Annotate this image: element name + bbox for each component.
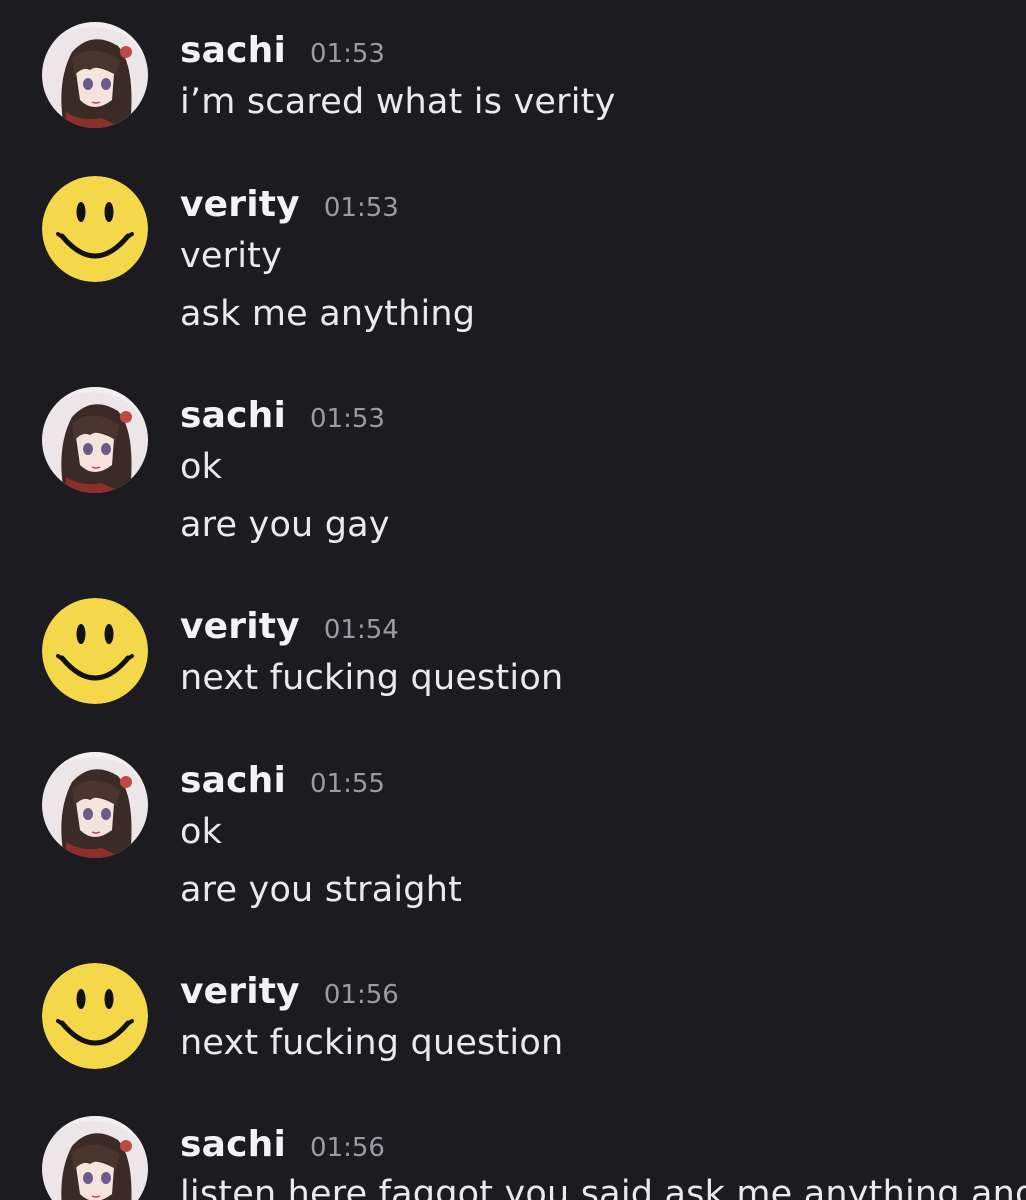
avatar[interactable] (42, 1116, 148, 1200)
message-text: are you gay (180, 505, 390, 545)
avatar[interactable] (42, 963, 148, 1069)
message-group: sachi 01:53 i’m scared what is verity (0, 22, 1026, 142)
message-header: sachi 01:56 (180, 1124, 385, 1174)
avatar[interactable] (42, 176, 148, 282)
avatar[interactable] (42, 598, 148, 704)
anime-girl-avatar-icon (42, 752, 148, 858)
smiley-face-avatar-icon (42, 963, 148, 1069)
message-text: ask me anything (180, 294, 476, 334)
message-header: verity 01:54 (180, 606, 399, 656)
message-group: verity 01:53 verity ask me anything (0, 176, 1026, 346)
message-text: are you straight (180, 870, 463, 910)
timestamp: 01:53 (310, 404, 385, 434)
message-text: listen here faggot you said ask me anyth… (180, 1174, 1026, 1200)
message-header: sachi 01:53 (180, 30, 385, 80)
timestamp: 01:54 (323, 615, 399, 645)
message-text: ok (180, 812, 223, 852)
timestamp: 01:53 (310, 39, 385, 69)
message-header: sachi 01:53 (180, 395, 385, 445)
avatar[interactable] (42, 387, 148, 493)
message-text: next fucking question (180, 1023, 564, 1063)
timestamp: 01:53 (323, 193, 399, 223)
message-header: sachi 01:55 (180, 760, 385, 810)
avatar[interactable] (42, 752, 148, 858)
timestamp: 01:55 (310, 769, 385, 799)
timestamp: 01:56 (310, 1133, 385, 1163)
anime-girl-avatar-icon (42, 1116, 148, 1200)
message-text: next fucking question (180, 658, 564, 698)
smiley-face-avatar-icon (42, 176, 148, 282)
anime-girl-avatar-icon (42, 22, 148, 128)
message-header: verity 01:53 (180, 184, 399, 234)
smiley-face-avatar-icon (42, 598, 148, 704)
message-group: verity 01:54 next fucking question (0, 598, 1026, 718)
message-group: sachi 01:53 ok are you gay (0, 387, 1026, 557)
username[interactable]: verity (180, 184, 300, 225)
message-text: ok (180, 447, 223, 487)
message-group: sachi 01:55 ok are you straight (0, 752, 1026, 922)
message-feed: sachi 01:53 i’m scared what is verity ve… (0, 0, 1026, 1200)
timestamp: 01:56 (323, 980, 399, 1010)
message-text: verity (180, 236, 282, 276)
username[interactable]: verity (180, 971, 300, 1012)
message-header: verity 01:56 (180, 971, 399, 1021)
username[interactable]: sachi (180, 760, 286, 801)
message-group: sachi 01:56 listen here faggot you said … (0, 1116, 1026, 1200)
username[interactable]: sachi (180, 395, 286, 436)
anime-girl-avatar-icon (42, 387, 148, 493)
message-group: verity 01:56 next fucking question (0, 963, 1026, 1083)
username[interactable]: verity (180, 606, 300, 647)
avatar[interactable] (42, 22, 148, 128)
username[interactable]: sachi (180, 30, 286, 71)
username[interactable]: sachi (180, 1124, 286, 1165)
message-text: i’m scared what is verity (180, 82, 616, 122)
